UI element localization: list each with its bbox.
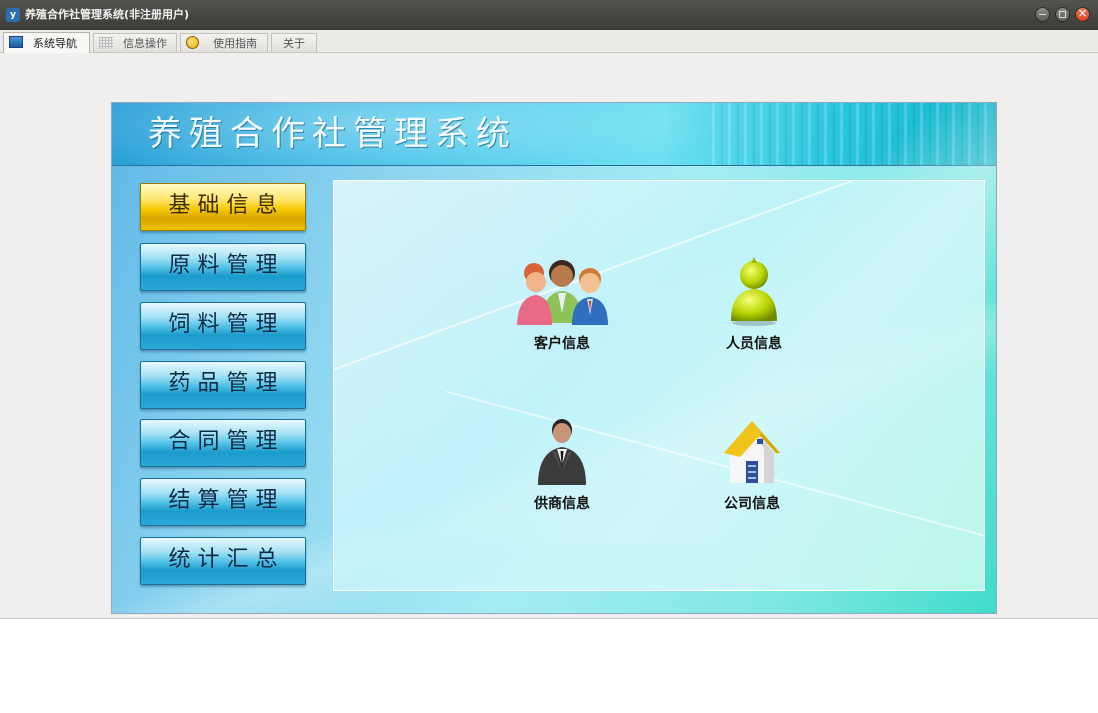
- title-bar[interactable]: y 养殖合作社管理系统(非注册用户): [0, 0, 1098, 30]
- sidebar-item-statistics-summary[interactable]: 统计汇总: [140, 537, 306, 585]
- staff-info-button[interactable]: 人员信息: [694, 253, 814, 353]
- sidebar-item-settlement-management[interactable]: 结算管理: [140, 478, 306, 526]
- tab-label: 使用指南: [213, 37, 257, 50]
- item-label: 人员信息: [726, 336, 782, 352]
- company-icon: [724, 421, 780, 483]
- sidebar-item-label: 基础信息: [168, 193, 285, 218]
- page-title: 养殖合作社管理系统: [148, 114, 517, 154]
- company-info-button[interactable]: 公司信息: [692, 413, 812, 513]
- item-label: 客户信息: [534, 336, 590, 352]
- sidebar-item-medicine-management[interactable]: 药品管理: [140, 361, 306, 409]
- tab-label: 关于: [283, 37, 305, 50]
- item-label: 供商信息: [534, 496, 590, 512]
- person-icon: [731, 257, 777, 326]
- minimize-icon[interactable]: [1035, 7, 1050, 22]
- window-title: 养殖合作社管理系统(非注册用户): [25, 8, 190, 21]
- sidebar-item-label: 统计汇总: [168, 547, 285, 572]
- close-icon[interactable]: [1075, 6, 1090, 22]
- tab-label: 系统导航: [33, 37, 77, 50]
- sidebar-item-material-management[interactable]: 原料管理: [140, 243, 306, 291]
- customer-info-button[interactable]: 客户信息: [502, 253, 622, 353]
- sidebar-item-label: 药品管理: [168, 371, 285, 396]
- app-logo-icon: y: [6, 8, 20, 22]
- maximize-icon[interactable]: [1055, 7, 1070, 22]
- sidebar-item-basic-info[interactable]: 基础信息: [140, 183, 306, 231]
- sidebar-item-contract-management[interactable]: 合同管理: [140, 419, 306, 467]
- app-window: y 养殖合作社管理系统(非注册用户) 系统导航 信息操作 使用指南 关于 养殖合…: [0, 0, 1098, 619]
- main-panel: 养殖合作社管理系统 基础信息 原料管理 饲料管理 药品管理 合同管理 结算管理 …: [111, 102, 997, 614]
- panel-header: 养殖合作社管理系统: [112, 103, 996, 166]
- sidebar-item-label: 结算管理: [168, 488, 285, 513]
- content-area: 客户信息 人员信息 供商信息 公司信息: [333, 180, 985, 591]
- tab-label: 信息操作: [123, 37, 167, 50]
- tab-info-operations[interactable]: 信息操作: [93, 33, 177, 52]
- sidebar-item-label: 原料管理: [168, 253, 285, 278]
- item-label: 公司信息: [724, 496, 780, 512]
- tab-system-navigation[interactable]: 系统导航: [3, 32, 90, 53]
- customers-icon: [517, 260, 608, 325]
- tab-about[interactable]: 关于: [271, 33, 317, 52]
- guide-icon: [186, 36, 199, 49]
- supplier-info-button[interactable]: 供商信息: [502, 413, 622, 513]
- grid-icon: [99, 37, 113, 49]
- monitor-icon: [9, 36, 23, 48]
- sidebar-item-feed-management[interactable]: 饲料管理: [140, 302, 306, 350]
- tab-bar: 系统导航 信息操作 使用指南 关于: [0, 30, 1098, 53]
- sidebar-item-label: 合同管理: [168, 429, 285, 454]
- tab-user-guide[interactable]: 使用指南: [180, 33, 268, 52]
- supplier-icon: [538, 419, 586, 485]
- sidebar-item-label: 饲料管理: [168, 312, 285, 337]
